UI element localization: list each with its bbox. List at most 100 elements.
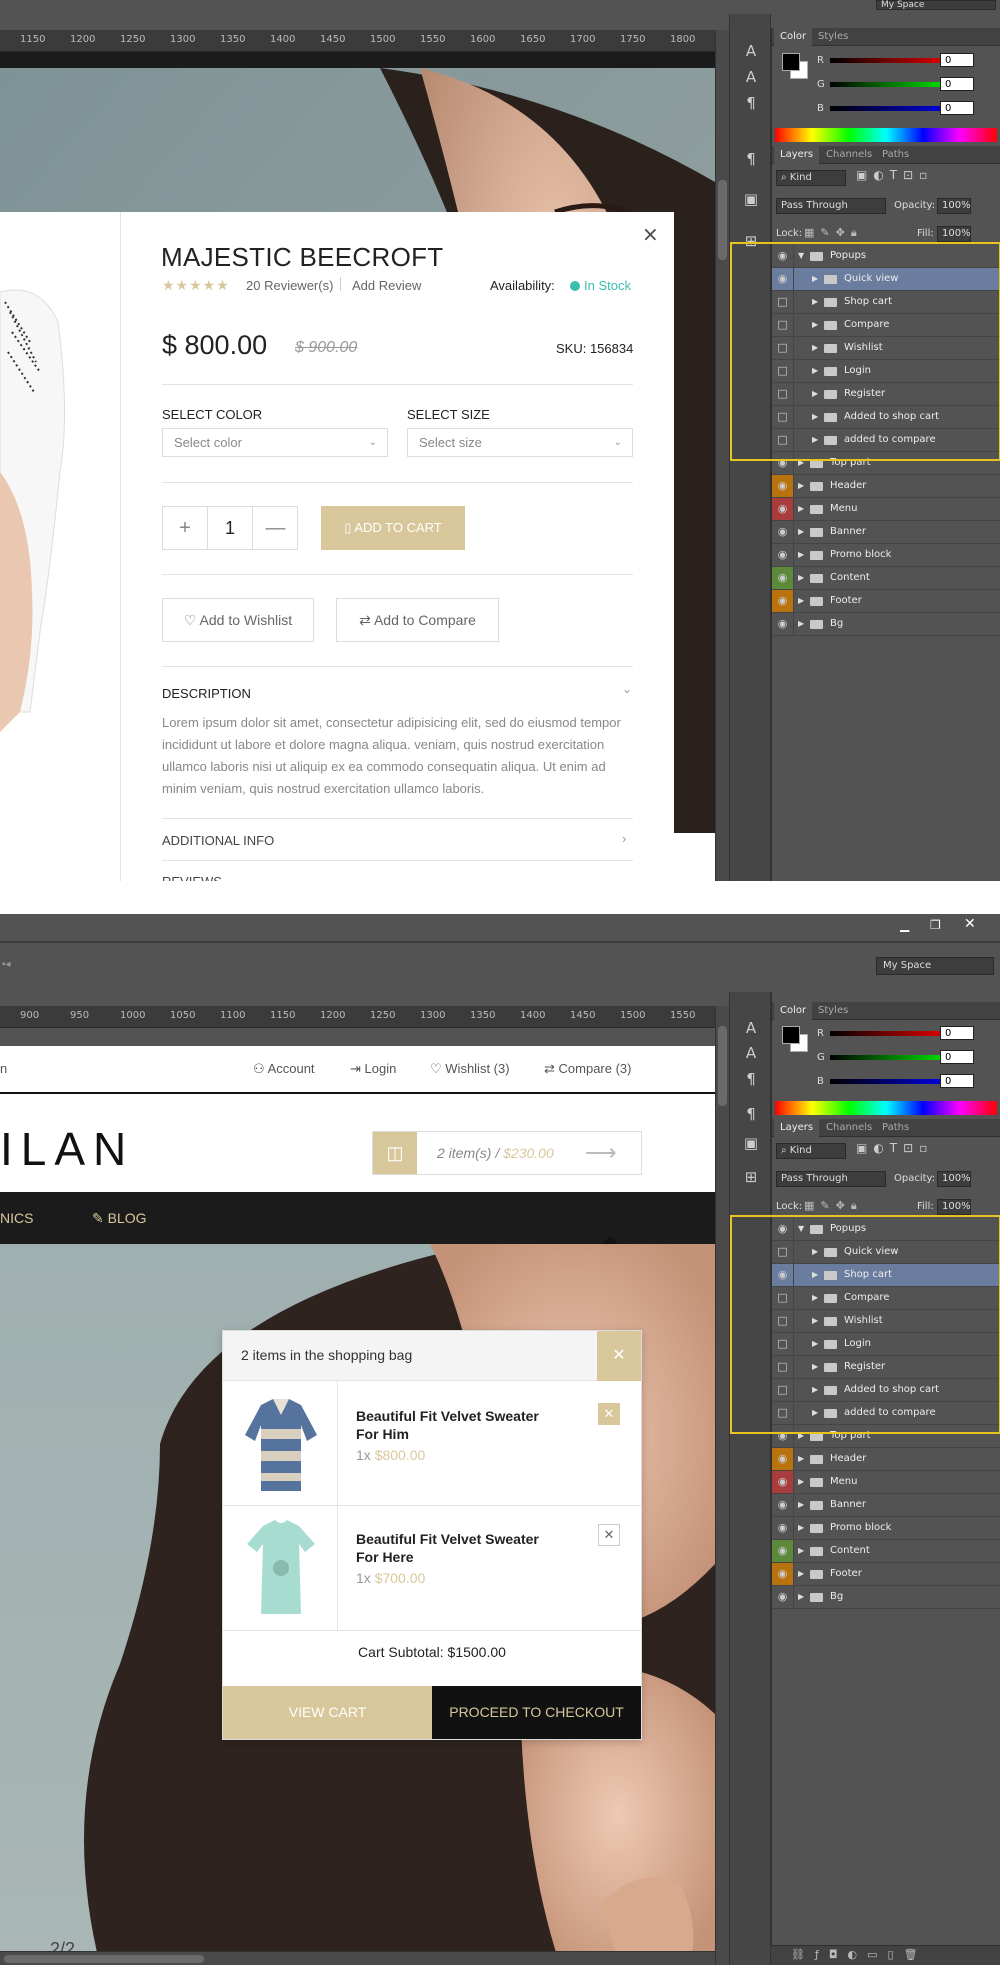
character-style-icon[interactable]: A: [740, 1042, 762, 1064]
blend-mode-select[interactable]: Pass Through: [776, 1171, 886, 1187]
tab-channels[interactable]: Channels: [820, 146, 878, 164]
tab-color[interactable]: Color: [774, 28, 813, 46]
layer-row[interactable]: ◉ ▶ Menu: [772, 1471, 1000, 1494]
minimize-icon[interactable]: ▁: [900, 918, 909, 932]
foreground-color-swatch[interactable]: [782, 1026, 800, 1044]
eye-icon[interactable]: ◉: [772, 521, 794, 543]
channel-g-value[interactable]: 0: [940, 77, 974, 91]
expand-right-icon[interactable]: ▶: [798, 521, 804, 543]
login-link[interactable]: ⇥ Login: [350, 1061, 396, 1077]
expand-right-icon[interactable]: ▶: [798, 1448, 804, 1470]
eye-icon[interactable]: ◉: [772, 475, 794, 497]
mini-cart-button[interactable]: ◫ 2 item(s) / $230.00 ⟶: [372, 1131, 642, 1175]
expand-right-icon[interactable]: ▶: [798, 544, 804, 566]
eye-icon[interactable]: ◉: [772, 1586, 794, 1608]
increase-qty-icon[interactable]: +: [163, 507, 208, 549]
filter-kind-select[interactable]: ⌕ Kind: [776, 170, 846, 186]
blend-mode-select[interactable]: Pass Through: [776, 198, 886, 214]
add-to-cart-button[interactable]: ▯ ADD TO CART: [321, 506, 465, 550]
tab-layers[interactable]: Layers: [774, 146, 820, 164]
add-to-compare-button[interactable]: ⇄ Add to Compare: [336, 598, 499, 642]
layer-row[interactable]: ◉ ▶ Menu: [772, 498, 1000, 521]
decrease-qty-icon[interactable]: —: [253, 507, 298, 549]
tab-layers[interactable]: Layers: [774, 1119, 820, 1137]
remove-item-icon[interactable]: ✕: [598, 1403, 620, 1425]
layer-actions-icons[interactable]: ⛓ƒ◘◐▭▯🗑︎: [791, 1948, 928, 1961]
channel-b-value[interactable]: 0: [940, 1074, 974, 1088]
layer-row[interactable]: ◉ ▶ Footer: [772, 1563, 1000, 1586]
channel-r-value[interactable]: 0: [940, 1026, 974, 1040]
expand-right-icon[interactable]: ▶: [798, 1586, 804, 1608]
channel-b-value[interactable]: 0: [940, 101, 974, 115]
workspace-select[interactable]: My Space: [876, 0, 996, 10]
color-spectrum[interactable]: [775, 128, 997, 142]
additional-info-tab[interactable]: ADDITIONAL INFO: [162, 833, 274, 848]
expand-right-icon[interactable]: ▶: [798, 1494, 804, 1516]
scrollbar-thumb[interactable]: [718, 180, 727, 260]
logo[interactable]: ILAN: [0, 1122, 134, 1176]
expand-right-icon[interactable]: ▶: [798, 1517, 804, 1539]
expand-right-icon[interactable]: ▶: [798, 567, 804, 589]
character-style-icon[interactable]: A: [740, 66, 762, 88]
canvas-scrollbar[interactable]: [715, 30, 729, 881]
tab-paths[interactable]: Paths: [876, 146, 915, 164]
layer-row[interactable]: ◉ ▶ Bg: [772, 613, 1000, 636]
close-window-icon[interactable]: ✕: [964, 916, 976, 932]
expand-right-icon[interactable]: ▶: [798, 613, 804, 635]
layer-row[interactable]: ◉ ▶ Banner: [772, 1494, 1000, 1517]
expand-right-icon[interactable]: ▶: [798, 1563, 804, 1585]
workspace-select[interactable]: My Space: [876, 957, 994, 975]
layer-row[interactable]: ◉ ▶ Content: [772, 1540, 1000, 1563]
eye-icon[interactable]: ◉: [772, 590, 794, 612]
paragraph-icon[interactable]: ¶: [740, 148, 762, 170]
filter-kind-select[interactable]: ⌕ Kind: [776, 1143, 846, 1159]
cart-item-title[interactable]: Beautiful Fit Velvet Sweater For Here: [356, 1530, 556, 1566]
expand-right-icon[interactable]: ▶: [798, 475, 804, 497]
eye-icon[interactable]: ◉: [772, 1563, 794, 1585]
layer-row[interactable]: ◉ ▶ Footer: [772, 590, 1000, 613]
tab-channels[interactable]: Channels: [820, 1119, 878, 1137]
tab-color[interactable]: Color: [774, 1002, 813, 1020]
remove-item-icon[interactable]: ✕: [598, 1524, 620, 1546]
eye-icon[interactable]: ◉: [772, 1448, 794, 1470]
foreground-color-swatch[interactable]: [782, 53, 800, 71]
add-review-link[interactable]: Add Review: [352, 278, 421, 293]
quantity-value[interactable]: 1: [208, 507, 253, 549]
select-size-dropdown[interactable]: Select size ⌄: [407, 428, 633, 457]
layer-row[interactable]: ◉ ▶ Promo block: [772, 544, 1000, 567]
reviews-tab[interactable]: REVIEWS: [162, 874, 222, 881]
grid-icon[interactable]: ⊞: [740, 1166, 762, 1188]
lock-icons[interactable]: ▦✎✥🔒︎: [804, 226, 863, 240]
channel-g-value[interactable]: 0: [940, 1050, 974, 1064]
checkout-button[interactable]: PROCEED TO CHECKOUT: [432, 1686, 641, 1739]
close-icon[interactable]: ×: [642, 222, 659, 246]
fill-field[interactable]: 100%: [937, 1199, 971, 1215]
eye-icon[interactable]: ◉: [772, 498, 794, 520]
close-cart-icon[interactable]: ✕: [597, 1331, 641, 1381]
scrollbar-thumb[interactable]: [4, 1955, 204, 1963]
eye-icon[interactable]: ◉: [772, 567, 794, 589]
description-title[interactable]: DESCRIPTION: [162, 686, 251, 701]
tab-paths[interactable]: Paths: [876, 1119, 915, 1137]
layer-row[interactable]: ◉ ▶ Bg: [772, 1586, 1000, 1609]
scrollbar-thumb[interactable]: [718, 1026, 727, 1106]
canvas-scrollbar[interactable]: [715, 1006, 729, 1965]
color-spectrum[interactable]: [775, 1101, 997, 1115]
nav-item-electronics[interactable]: NICS: [0, 1210, 33, 1226]
restore-icon[interactable]: ❐: [930, 918, 941, 932]
eye-icon[interactable]: ◉: [772, 1471, 794, 1493]
eye-icon[interactable]: ◉: [772, 613, 794, 635]
layer-row[interactable]: ◉ ▶ Header: [772, 1448, 1000, 1471]
info-icon[interactable]: ▣: [740, 1132, 762, 1154]
expand-right-icon[interactable]: ▶: [798, 590, 804, 612]
tab-styles[interactable]: Styles: [812, 1002, 854, 1020]
expand-right-icon[interactable]: ▶: [798, 1471, 804, 1493]
layer-row[interactable]: ◉ ▶ Banner: [772, 521, 1000, 544]
paragraph-style-icon[interactable]: ¶: [740, 1068, 762, 1090]
info-icon[interactable]: ▣: [740, 188, 762, 210]
paragraph-style-icon[interactable]: ¶: [740, 92, 762, 114]
nav-item-blog[interactable]: ✎ BLOG: [92, 1210, 147, 1227]
wishlist-link[interactable]: ♡ Wishlist (3): [430, 1061, 510, 1077]
add-to-wishlist-button[interactable]: ♡ Add to Wishlist: [162, 598, 314, 642]
eye-icon[interactable]: ◉: [772, 544, 794, 566]
